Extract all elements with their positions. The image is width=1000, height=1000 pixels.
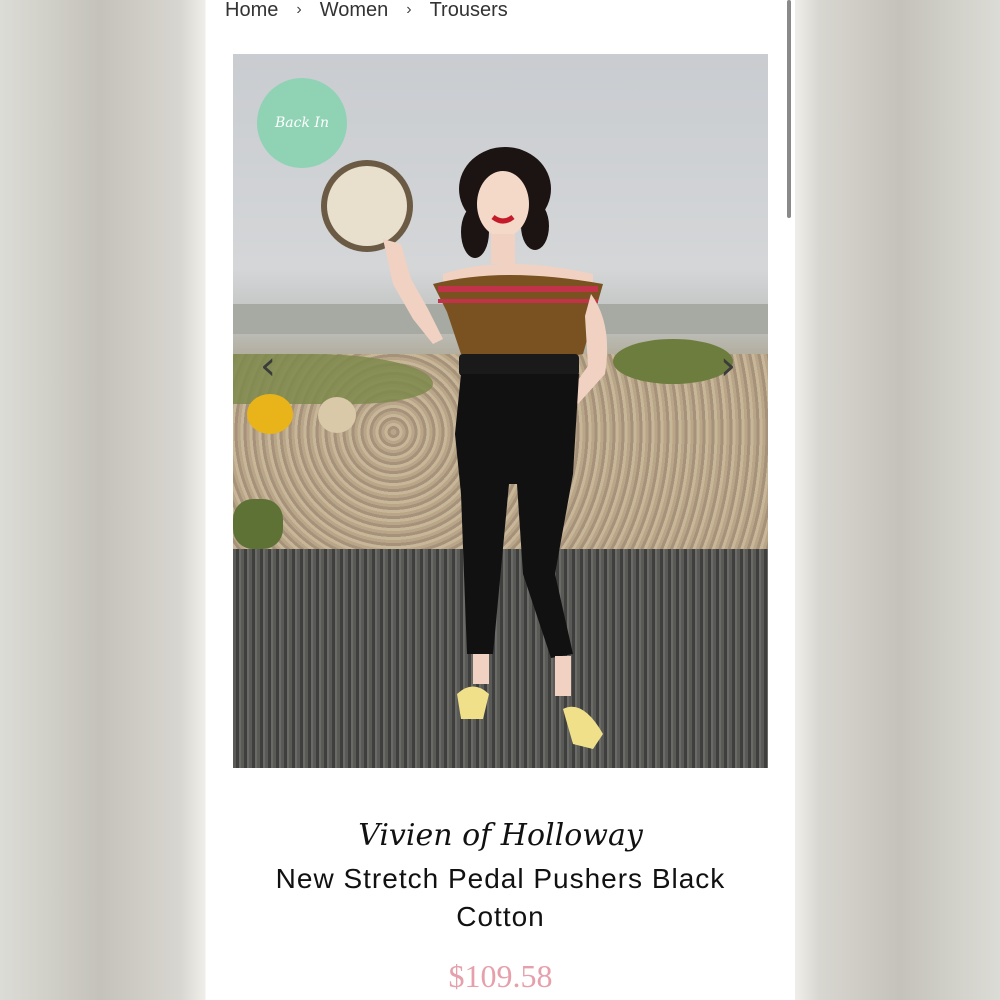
product-price: $109.58 <box>448 958 553 994</box>
scrollbar[interactable] <box>787 0 791 218</box>
breadcrumb-home[interactable]: Home <box>225 0 278 22</box>
brand-name[interactable]: Vivien of Holloway <box>206 818 795 853</box>
breadcrumb-women[interactable]: Women <box>320 0 389 22</box>
chevron-left-icon[interactable]: ‹ <box>253 343 283 389</box>
breadcrumb-separator-icon: › <box>296 1 302 18</box>
product-photo[interactable]: Back In ‹ › <box>233 54 768 768</box>
product-title: New Stretch Pedal Pushers Black Cotton <box>275 863 726 932</box>
breadcrumb-separator-icon: › <box>406 1 412 18</box>
product-page: Home › Women › Trousers Back In ‹ › Vivi… <box>206 0 795 1000</box>
breadcrumb-trousers[interactable]: Trousers <box>430 0 508 22</box>
chevron-right-icon[interactable]: › <box>713 343 743 389</box>
breadcrumb: Home › Women › Trousers <box>225 0 508 24</box>
back-in-badge: Back In <box>257 78 347 168</box>
